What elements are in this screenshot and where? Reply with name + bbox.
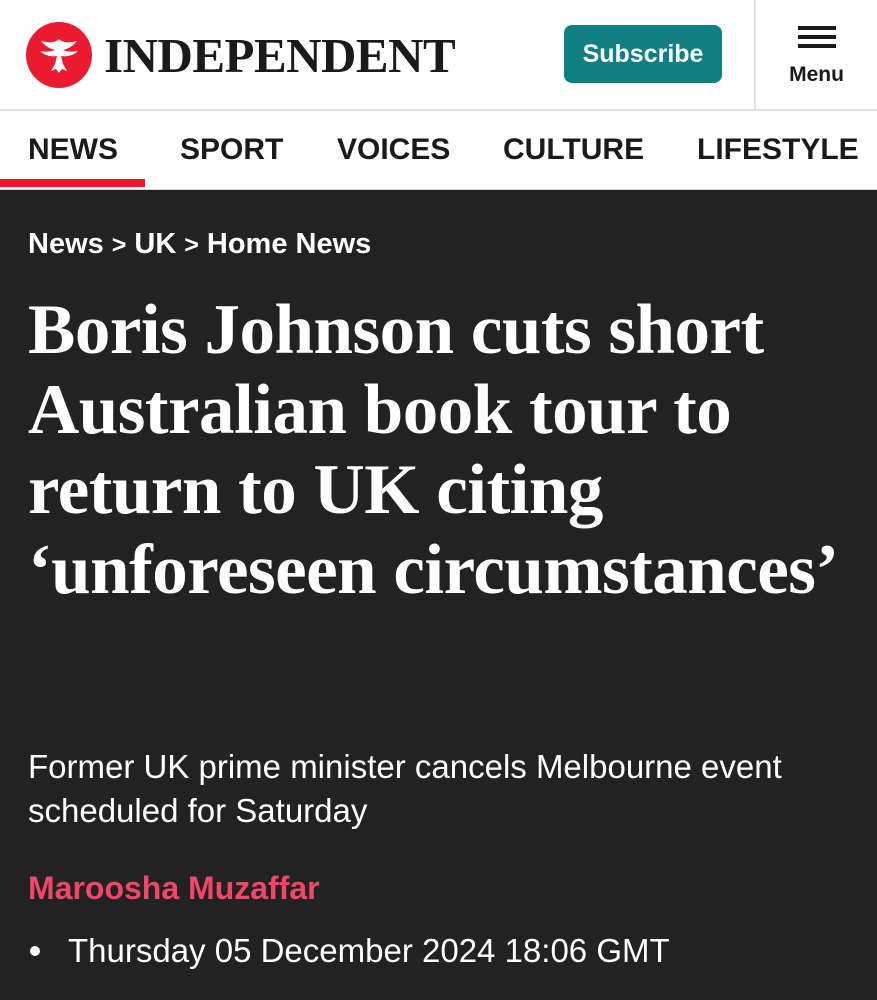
nav-item-sport[interactable]: SPORT [180, 111, 283, 189]
breadcrumb-home-news[interactable]: Home News [207, 228, 371, 261]
hamburger-menu-icon [797, 26, 836, 53]
publish-date-text: Thursday 05 December 2024 18:06 GMT [68, 932, 670, 969]
nav-item-voices[interactable]: VOICES [337, 111, 450, 189]
nav-item-lifestyle[interactable]: LIFESTYLE [697, 111, 859, 189]
brand-wordmark: INDEPENDENT [104, 27, 456, 83]
article-headline: Boris Johnson cuts short Australian book… [28, 291, 839, 609]
active-nav-indicator [0, 179, 145, 187]
subscribe-button[interactable]: Subscribe [564, 25, 722, 83]
publish-date: Thursday 05 December 2024 18:06 GMT [28, 932, 670, 970]
author-link[interactable]: Maroosha Muzaffar [28, 870, 320, 907]
site-header: INDEPENDENT Subscribe Menu [0, 0, 877, 111]
nav-item-news[interactable]: NEWS [28, 111, 118, 189]
breadcrumb-news[interactable]: News [28, 228, 104, 261]
site-logo[interactable]: INDEPENDENT [26, 22, 456, 88]
article-standfirst: Former UK prime minister cancels Melbour… [28, 748, 782, 829]
menu-button[interactable]: Menu [754, 0, 877, 109]
nav-item-culture[interactable]: CULTURE [503, 111, 644, 189]
breadcrumb-uk[interactable]: UK [134, 228, 176, 261]
breadcrumb-separator: > [111, 231, 127, 259]
eagle-logo-icon [26, 22, 92, 88]
bullet-icon [30, 946, 40, 956]
breadcrumb: News > UK > Home News [28, 228, 371, 261]
breadcrumb-separator: > [184, 231, 199, 259]
menu-label: Menu [789, 63, 844, 86]
